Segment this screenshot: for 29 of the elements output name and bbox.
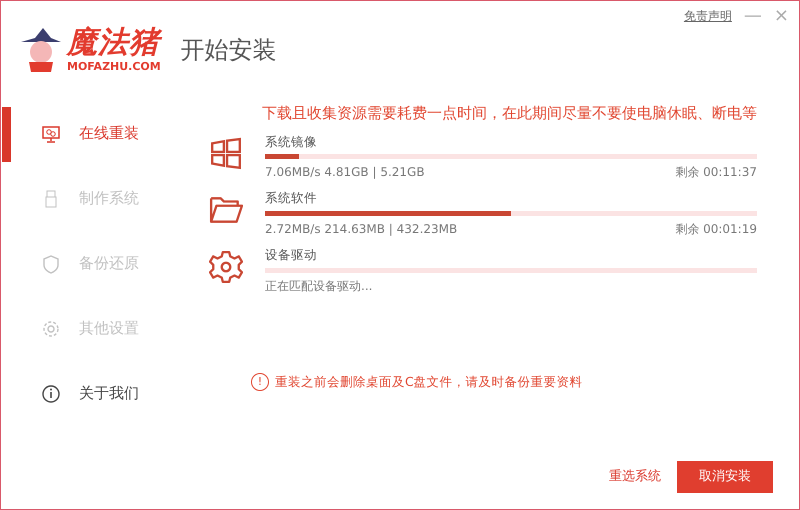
logo-text: 魔法猪 [67, 28, 161, 58]
remaining-time: 剩余 00:11:37 [675, 164, 757, 182]
close-button[interactable]: × [774, 7, 789, 25]
task-detail: 正在匹配设备驱动... [265, 278, 372, 295]
window-title: 开始安装 [180, 35, 277, 66]
task-detail: 2.72MB/s 214.63MB | 432.23MB [265, 221, 458, 238]
remaining-time: 剩余 00:01:19 [675, 221, 757, 238]
info-icon [41, 384, 61, 404]
logo-url: MOFAZHU.COM [67, 61, 161, 72]
cancel-button[interactable]: 取消安装 [677, 461, 773, 493]
sidebar-item[interactable]: 关于我们 [1, 361, 191, 426]
active-indicator [2, 107, 11, 162]
warning-icon: ! [251, 373, 269, 392]
warning-text: 重装之前会删除桌面及C盘文件，请及时备份重要资料 [275, 372, 583, 391]
sidebar-item[interactable]: 在线重装 [1, 101, 191, 166]
gear-icon [41, 318, 61, 338]
task-name: 系统软件 [265, 189, 318, 208]
task-name: 设备驱动 [265, 246, 318, 264]
minimize-button[interactable]: — [744, 7, 762, 25]
disclaimer-link[interactable]: 免责声明 [684, 7, 732, 25]
monitor-icon [41, 124, 61, 144]
notice-text: 下载且收集资源需要耗费一点时间，在此期间尽量不要使电脑休眠、断电等 [261, 103, 757, 124]
folder-icon [210, 197, 243, 224]
windows-icon [211, 137, 241, 169]
shield-icon [41, 254, 61, 274]
reselect-link[interactable]: 重选系统 [609, 467, 661, 487]
task-detail: 7.06MB/s 4.81GB | 5.21GB [265, 164, 425, 182]
gear-icon [209, 250, 243, 284]
task-name: 系统镜像 [265, 132, 318, 150]
